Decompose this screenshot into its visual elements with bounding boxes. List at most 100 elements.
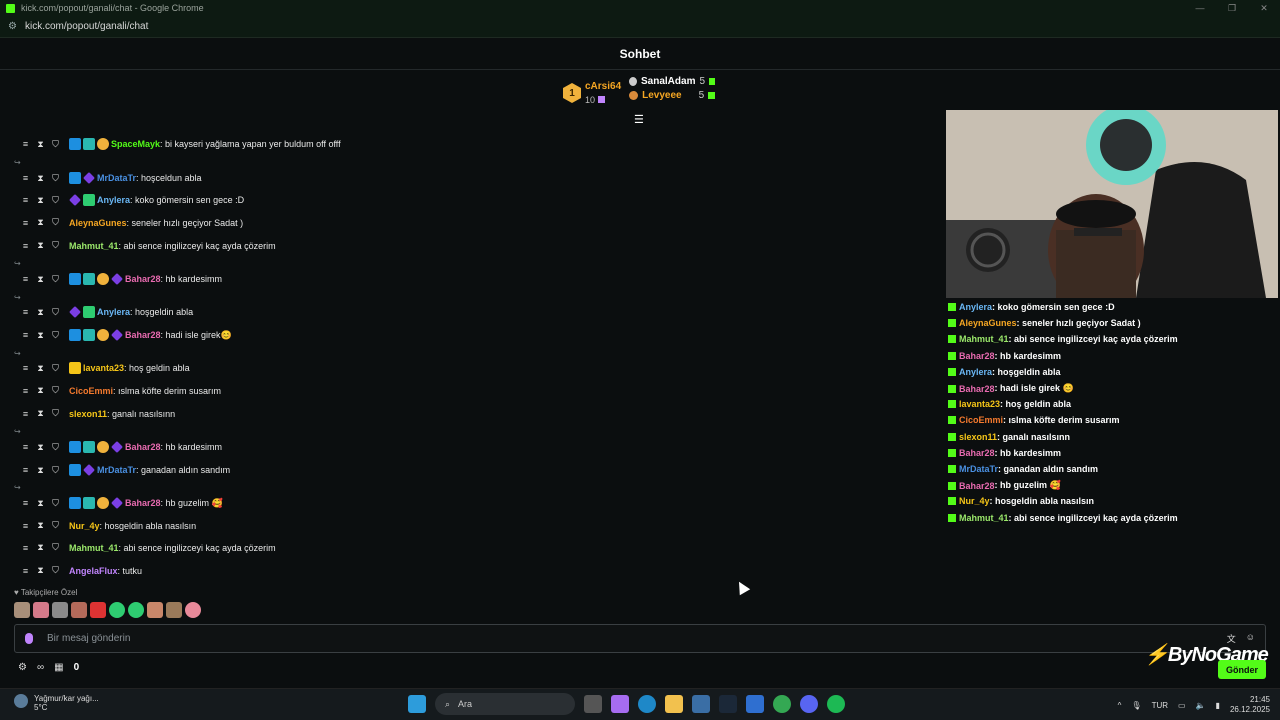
pin-icon[interactable]: ≡ [18, 330, 33, 340]
network-icon[interactable]: ▭ [1178, 701, 1186, 710]
chat-message[interactable]: ≡ ⧗ ⛉ Nur_4y: hosgeldin abla nasılsın [18, 520, 196, 531]
shield-icon[interactable]: ⛉ [48, 195, 63, 206]
chevron-up-icon[interactable]: ^ [1118, 701, 1122, 710]
chat-message[interactable]: ≡ ⧗ ⛉ SpaceMayk: bi kayseri yağlama yapan y… [18, 138, 341, 150]
timeout-icon[interactable]: ⧗ [33, 195, 48, 206]
chat-username[interactable]: MrDataTr [97, 465, 136, 475]
volume-icon[interactable]: 🔈 [1196, 701, 1206, 710]
pin-icon[interactable]: ≡ [18, 409, 33, 419]
timeout-icon[interactable]: ⧗ [33, 363, 48, 374]
shield-icon[interactable]: ⛉ [48, 565, 63, 576]
chat-username[interactable]: CicoEmmi [69, 386, 113, 396]
pin-icon[interactable]: ≡ [18, 363, 33, 373]
emote-icon[interactable] [71, 602, 87, 618]
chat-username[interactable]: AngelaFlux [69, 566, 118, 576]
pin-icon[interactable]: ≡ [18, 521, 33, 531]
chat-message[interactable]: ≡ ⧗ ⛉ AngelaFlux: tutku [18, 565, 142, 576]
mail-icon[interactable] [746, 695, 764, 713]
shield-icon[interactable]: ⛉ [48, 363, 63, 374]
chat-username[interactable]: Bahar28 [125, 442, 161, 452]
timeout-icon[interactable]: ⧗ [33, 408, 48, 419]
chat-message[interactable]: ≡ ⧗ ⛉ slexon11: ganalı nasılsınn [18, 408, 175, 419]
pin-icon[interactable]: ≡ [18, 274, 33, 284]
emote-icon[interactable] [166, 602, 182, 618]
chat-username[interactable]: Mahmut_41 [69, 543, 119, 553]
timeout-icon[interactable]: ⧗ [33, 307, 48, 318]
chat-message[interactable]: ≡ ⧗ ⛉ Bahar28: hb kardesimm [18, 273, 222, 285]
timeout-icon[interactable]: ⧗ [33, 520, 48, 531]
restore-icon[interactable]: ❐ [1216, 0, 1248, 16]
emote-icon[interactable] [90, 602, 106, 618]
infinity-icon[interactable]: ∞ [37, 662, 44, 673]
pin-icon[interactable]: ≡ [18, 566, 33, 576]
close-icon[interactable]: ✕ [1248, 0, 1280, 16]
chat-username[interactable]: Bahar28 [125, 330, 161, 340]
copilot-icon[interactable] [611, 695, 629, 713]
task-view-icon[interactable] [584, 695, 602, 713]
timeout-icon[interactable]: ⧗ [33, 240, 48, 251]
pin-icon[interactable]: ≡ [18, 442, 33, 452]
chat-username[interactable]: AleynaGunes [69, 218, 127, 228]
chat-username[interactable]: Nur_4y [69, 521, 100, 531]
chat-username[interactable]: lavanta23 [83, 363, 124, 373]
minimize-icon[interactable]: — [1184, 0, 1216, 16]
chat-message[interactable]: ≡ ⧗ ⛉ Mahmut_41: abi sence ingilizceyi kaç … [18, 542, 276, 553]
windows-start-icon[interactable] [408, 695, 426, 713]
timeout-icon[interactable]: ⧗ [33, 385, 48, 396]
shield-icon[interactable]: ⛉ [48, 139, 63, 150]
shield-icon[interactable]: ⛉ [48, 330, 63, 341]
discord-icon[interactable] [800, 695, 818, 713]
emote-icon[interactable] [128, 602, 144, 618]
pin-icon[interactable]: ≡ [18, 386, 33, 396]
chat-username[interactable]: slexon11 [69, 409, 107, 419]
send-button[interactable]: Gönder [1218, 660, 1266, 679]
timeout-icon[interactable]: ⧗ [33, 542, 48, 553]
shield-icon[interactable]: ⛉ [48, 274, 63, 285]
timeout-icon[interactable]: ⧗ [33, 330, 48, 341]
pin-icon[interactable]: ≡ [18, 195, 33, 205]
chat-username[interactable]: Bahar28 [125, 274, 161, 284]
chat-message[interactable]: ≡ ⧗ ⛉ Bahar28: hadi isle girek😊 [18, 329, 232, 341]
emote-icon[interactable] [33, 602, 49, 618]
store-icon[interactable]: ▦ [54, 662, 63, 673]
pin-icon[interactable]: ≡ [18, 218, 33, 228]
chat-message[interactable]: ≡ ⧗ ⛉ Mahmut_41: abi sence ingilizceyi kaç … [18, 240, 276, 251]
shield-icon[interactable]: ⛉ [48, 173, 63, 184]
file-explorer-icon[interactable] [665, 695, 683, 713]
chat-message[interactable]: ≡ ⧗ ⛉ CicoEmmi: ıslma köfte derim susarım [18, 385, 221, 396]
site-info-icon[interactable]: ⚙ [8, 21, 17, 32]
pin-icon[interactable]: ≡ [18, 173, 33, 183]
taskbar-search[interactable]: ⌕ Ara [435, 693, 575, 715]
microphone-tray-icon[interactable]: 🎙 [1131, 701, 1141, 710]
chat-message[interactable]: ≡ ⧗ ⛉ MrDataTr: ganadan aldın sandım [18, 464, 230, 476]
shield-icon[interactable]: ⛉ [48, 465, 63, 476]
language-indicator[interactable]: TUR [1152, 701, 1168, 710]
shield-icon[interactable]: ⛉ [48, 240, 63, 251]
shield-icon[interactable]: ⛉ [48, 408, 63, 419]
emote-icon[interactable] [52, 602, 68, 618]
chat-message[interactable]: ≡ ⧗ ⛉ AleynaGunes: seneler hızlı geçiyor Sa… [18, 217, 243, 228]
spotify-icon[interactable] [827, 695, 845, 713]
timeout-icon[interactable]: ⧗ [33, 498, 48, 509]
address-bar[interactable]: ⚙ kick.com/popout/ganali/chat [0, 16, 1280, 38]
chat-username[interactable]: Bahar28 [125, 498, 161, 508]
store-icon[interactable] [692, 695, 710, 713]
timeout-icon[interactable]: ⧗ [33, 465, 48, 476]
shield-icon[interactable]: ⛉ [48, 217, 63, 228]
leaderboard-row[interactable]: Levyeee 5 [629, 90, 716, 101]
clock[interactable]: 21:45 26.12.2025 [1230, 695, 1270, 715]
pin-icon[interactable]: ≡ [18, 139, 33, 149]
chrome-icon[interactable] [773, 695, 791, 713]
timeout-icon[interactable]: ⧗ [33, 565, 48, 576]
emote-icon[interactable] [109, 602, 125, 618]
chat-username[interactable]: Anylera [97, 195, 130, 205]
pin-icon[interactable]: ≡ [18, 543, 33, 553]
chat-message[interactable]: ≡ ⧗ ⛉ lavanta23: hoş geldin abla [18, 362, 190, 374]
chat-message[interactable]: ≡ ⧗ ⛉ MrDataTr: hoşceldun abla [18, 172, 202, 184]
shield-icon[interactable]: ⛉ [48, 542, 63, 553]
pin-icon[interactable]: ≡ [18, 465, 33, 475]
chat-username[interactable]: MrDataTr [97, 173, 136, 183]
chat-username[interactable]: Anylera [97, 307, 130, 317]
chat-username[interactable]: SpaceMayk [111, 139, 160, 149]
leaderboard-first[interactable]: 1 cArsi64 10 [563, 76, 621, 110]
